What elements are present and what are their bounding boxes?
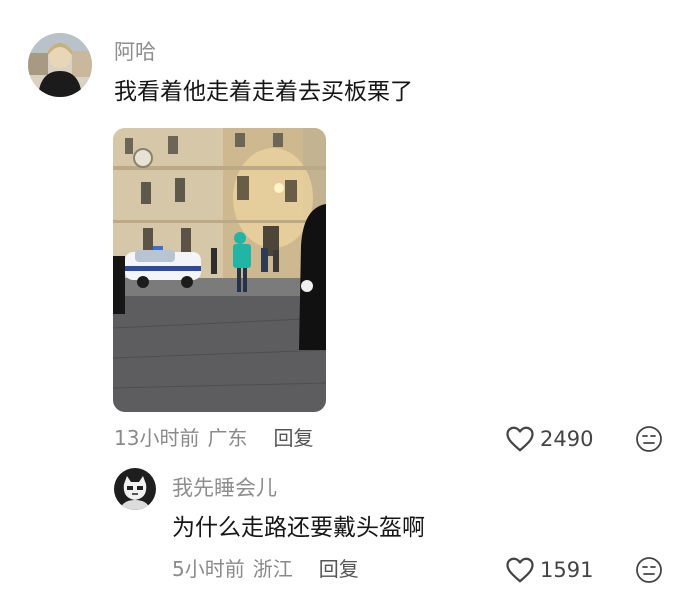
reply-like-count: 1591	[540, 558, 594, 582]
heart-icon	[506, 426, 534, 452]
reply-dislike-button[interactable]	[635, 556, 663, 584]
comment-location: 广东	[207, 426, 248, 450]
user-avatar-icon	[28, 33, 92, 97]
neutral-face-icon	[636, 557, 662, 583]
comment-time: 13小时前	[114, 426, 200, 450]
comment-dislike-button[interactable]	[635, 425, 663, 453]
neutral-face-icon	[636, 426, 662, 452]
reply-meta: 5小时前 浙江 回复	[172, 556, 359, 582]
reply-username[interactable]: 我先睡会儿	[172, 474, 277, 502]
comment-text: 我看着他走着走着去买板栗了	[114, 79, 413, 105]
cat-avatar-icon	[114, 468, 156, 510]
reply-avatar[interactable]	[114, 468, 156, 510]
comment-avatar[interactable]	[28, 33, 92, 97]
heart-icon	[506, 557, 534, 583]
comment-image[interactable]	[113, 128, 326, 412]
reply-location: 浙江	[252, 557, 293, 581]
comment-like-button[interactable]: 2490	[505, 424, 593, 454]
reply-reply-button[interactable]: 回复	[319, 556, 359, 582]
comment-like-count: 2490	[540, 427, 594, 451]
comment-meta: 13小时前 广东 回复	[114, 425, 313, 451]
reply-text: 为什么走路还要戴头盔啊	[172, 515, 425, 541]
comment-username[interactable]: 阿哈	[114, 38, 156, 66]
comment-reply-button[interactable]: 回复	[273, 425, 313, 451]
reply-time: 5小时前	[172, 557, 245, 581]
reply-like-button[interactable]: 1591	[505, 555, 593, 585]
street-photo-icon	[113, 128, 326, 412]
